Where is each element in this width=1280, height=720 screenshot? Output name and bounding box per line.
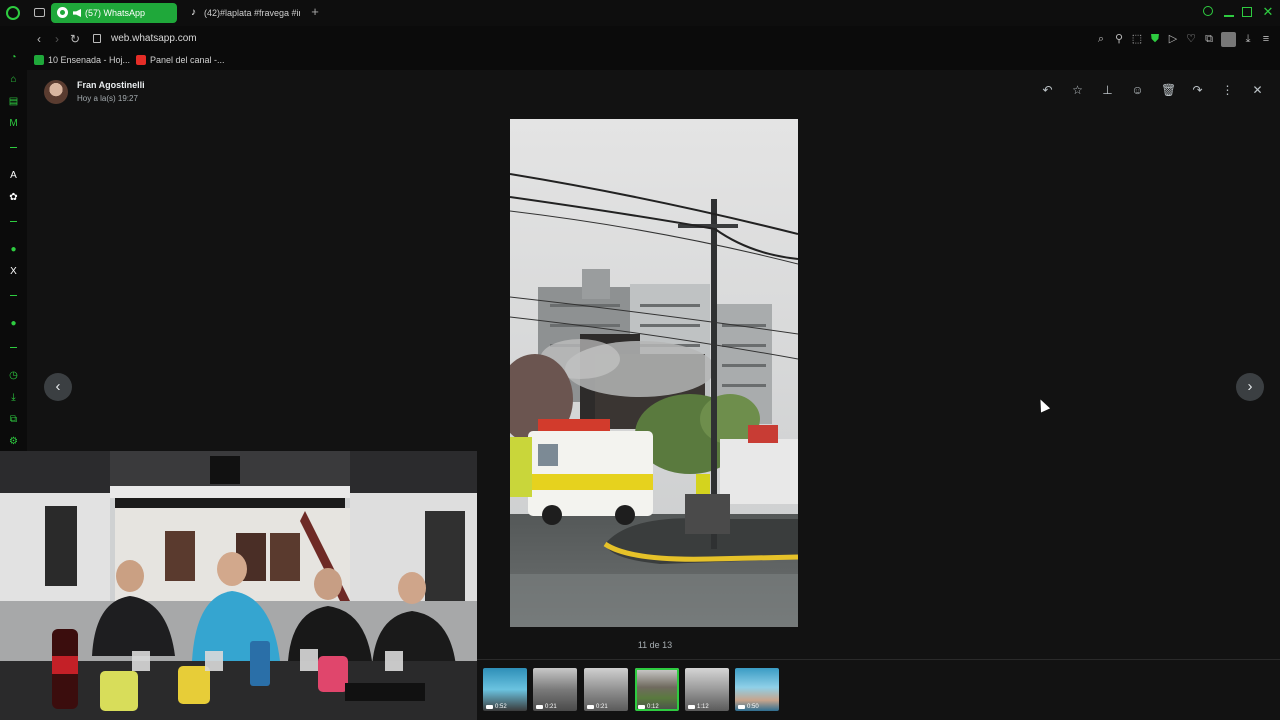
settings-gear-icon[interactable]: ⚙ xyxy=(8,436,19,447)
whatsapp-favicon-icon xyxy=(57,7,68,18)
tab-tiktok[interactable]: ♪ (42)#laplata #fravega #in xyxy=(182,3,300,23)
tab-label: (57) WhatsApp xyxy=(85,8,146,18)
fire-scene-illustration xyxy=(510,119,798,627)
heart-icon[interactable]: ♡ xyxy=(1185,33,1197,45)
sidebar-separator xyxy=(10,147,17,148)
m-app-icon[interactable]: M xyxy=(8,118,19,129)
lock-icon xyxy=(93,34,101,43)
speed-dial-icon[interactable]: ◔ xyxy=(8,52,19,63)
thumbnail-item[interactable]: 0:50 xyxy=(735,668,779,711)
bookmark-label: 10 Ensenada - Hoj... xyxy=(48,55,131,65)
thumbnail-duration: 1:12 xyxy=(697,704,709,710)
snapshot-icon[interactable]: ⬚ xyxy=(1131,33,1143,45)
video-camera-icon xyxy=(536,705,543,709)
new-tab-plus-icon[interactable]: + xyxy=(309,5,321,19)
browser-tab-strip: (57) WhatsApp ♪ (42)#laplata #fravega #i… xyxy=(0,0,1280,26)
sheets-icon xyxy=(34,55,44,65)
thumbnail-item[interactable]: 0:21 xyxy=(533,668,577,711)
thumbnail-duration: 0:52 xyxy=(495,704,507,710)
pin-icon[interactable]: ⊥ xyxy=(1101,84,1114,97)
video-camera-icon xyxy=(587,705,594,709)
screen: (57) WhatsApp ♪ (42)#laplata #fravega #i… xyxy=(0,0,1280,720)
zoom-icon[interactable]: ⌕ xyxy=(1095,33,1107,45)
reply-icon[interactable]: ↶ xyxy=(1041,84,1054,97)
thumbnail-item[interactable]: 0:21 xyxy=(584,668,628,711)
tab-menu-icon[interactable] xyxy=(34,8,45,17)
extension-toolbar: ⌕ ⚲ ⬚ ⛊ ▷ ♡ ⧉ ⤓ ≡ xyxy=(1095,31,1272,47)
download-icon[interactable]: ⤓ xyxy=(1242,33,1254,45)
sidebar-separator xyxy=(10,221,17,222)
play-icon[interactable]: ▷ xyxy=(1167,33,1179,45)
downloads-icon[interactable]: ⤓ xyxy=(8,392,19,403)
easy-setup-icon[interactable]: ≡ xyxy=(1260,33,1272,45)
x-twitter-icon[interactable]: X xyxy=(8,266,19,277)
address-bar: ‹ › ↻ web.whatsapp.com ⌕ ⚲ ⬚ ⛊ ▷ ♡ ⧉ ⤓ ≡ xyxy=(28,28,1280,50)
url-field[interactable]: web.whatsapp.com xyxy=(111,32,197,46)
previous-media-button[interactable]: ‹ xyxy=(44,373,72,401)
tiktok-favicon-icon: ♪ xyxy=(191,7,196,18)
thumbnail-duration: 0:12 xyxy=(647,704,659,710)
bookmark-channel-panel[interactable]: Panel del canal -... xyxy=(136,54,225,66)
bookmarks-bar: 10 Ensenada - Hoj... Panel del canal -..… xyxy=(28,52,1280,68)
opera-logo-icon[interactable] xyxy=(6,6,20,20)
forward-nav-icon[interactable]: › xyxy=(50,32,64,46)
thumbnail-item[interactable]: 1:12 xyxy=(685,668,729,711)
video-camera-icon xyxy=(486,705,493,709)
thumbnail-duration: 0:50 xyxy=(747,704,759,710)
video-camera-icon xyxy=(688,705,695,709)
tab-search-icon[interactable] xyxy=(1203,6,1213,16)
streamers-webcam-illustration xyxy=(0,451,477,720)
minimize-icon[interactable] xyxy=(1223,6,1235,18)
spotify-icon[interactable]: ● xyxy=(8,318,19,329)
close-icon[interactable]: ✕ xyxy=(1251,84,1264,97)
extensions-icon[interactable]: ⧉ xyxy=(8,414,19,425)
sidebar-separator xyxy=(10,347,17,348)
extensions-puzzle-icon[interactable]: ⧉ xyxy=(1203,33,1215,45)
thumbnail-item[interactable]: 0:52 xyxy=(483,668,527,711)
star-icon[interactable]: ☆ xyxy=(1071,84,1084,97)
bookmark-label: Panel del canal -... xyxy=(150,55,225,65)
pin-page-icon[interactable]: ⚲ xyxy=(1113,33,1125,45)
thumbnail-duration: 0:21 xyxy=(596,704,608,710)
tab-label: (42)#laplata #fravega #in xyxy=(204,8,300,18)
speaker-icon[interactable] xyxy=(73,9,81,17)
webcam-overlay xyxy=(0,451,477,720)
whatsapp-icon[interactable]: ● xyxy=(8,244,19,255)
wallet-icon[interactable]: ▤ xyxy=(8,96,19,107)
next-media-button[interactable]: › xyxy=(1236,373,1264,401)
avatar[interactable] xyxy=(44,80,68,104)
delete-icon[interactable]: 🗑 xyxy=(1161,84,1176,97)
youtube-icon xyxy=(136,55,146,65)
message-timestamp: Hoy a la(s) 19:27 xyxy=(77,94,138,103)
sidebar-separator xyxy=(10,295,17,296)
emoji-icon[interactable]: ☺ xyxy=(1131,84,1144,97)
media-counter: 11 de 13 xyxy=(637,640,673,650)
media-image[interactable] xyxy=(510,119,798,627)
history-icon[interactable]: ◷ xyxy=(8,370,19,381)
sender-name[interactable]: Fran Agostinelli xyxy=(77,80,145,90)
profile-avatar-icon[interactable] xyxy=(1221,31,1236,47)
chatgpt-icon[interactable]: ✿ xyxy=(8,192,19,203)
video-camera-icon xyxy=(738,705,745,709)
thumbnail-item-selected[interactable]: 0:12 xyxy=(635,668,679,711)
window-close-icon[interactable]: ✕ xyxy=(1262,5,1274,18)
back-icon[interactable]: ‹ xyxy=(32,32,46,46)
menu-dots-icon[interactable]: ⋮ xyxy=(1221,84,1234,97)
bookmark-sheet[interactable]: 10 Ensenada - Hoj... xyxy=(34,54,130,66)
maximize-icon[interactable] xyxy=(1242,7,1252,17)
opera-sidebar: ◔ ⌂ ▤ M A ✿ ● X ● ◷ ⤓ ⧉ ⚙ xyxy=(0,26,27,456)
forward-icon[interactable]: ↷ xyxy=(1191,84,1204,97)
aria-icon[interactable]: A xyxy=(8,170,19,181)
thumbnail-duration: 0:21 xyxy=(545,704,557,710)
adblock-shield-icon[interactable]: ⛊ xyxy=(1149,33,1161,45)
reload-icon[interactable]: ↻ xyxy=(68,32,82,46)
store-icon[interactable]: ⌂ xyxy=(8,74,19,85)
tab-whatsapp[interactable]: (57) WhatsApp xyxy=(51,3,177,23)
video-camera-icon xyxy=(638,705,645,709)
